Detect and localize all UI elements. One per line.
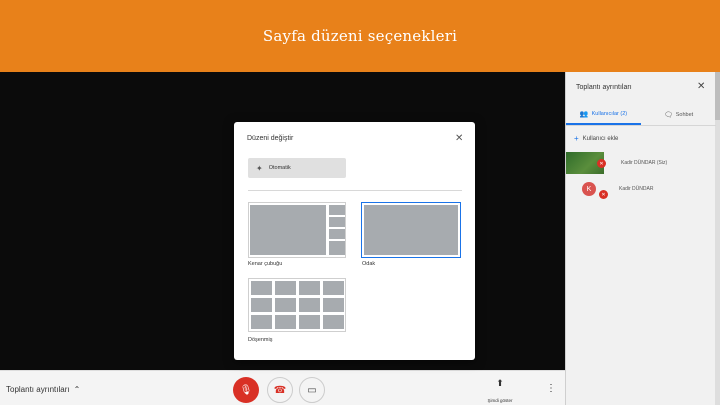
sparkle-icon: ✦ — [256, 163, 263, 173]
layout-option-auto-label: Otomatik — [268, 165, 291, 171]
people-icon: 👥 — [579, 110, 589, 118]
list-item[interactable]: K ✕ Kadir DÜNDAR — [566, 176, 716, 202]
tab-chat[interactable]: 🗨 Sohbet — [641, 104, 716, 125]
meeting-details-label: Toplantı ayrıntıları — [6, 385, 70, 394]
present-screen-icon: ⬆ — [496, 378, 504, 388]
chevron-up-icon: ⌃ — [73, 385, 81, 394]
mic-off-icon: ✕ — [597, 159, 606, 168]
panel-content: Toplantı ayrıntıları ✕ 👥 Kullanıcılar (2… — [565, 72, 716, 405]
tab-users[interactable]: 👥 Kullanıcılar (2) — [566, 104, 641, 125]
scrollbar[interactable] — [715, 72, 720, 120]
add-user-button[interactable]: + Kullanıcı ekle — [574, 134, 618, 143]
present-now-button[interactable]: ⬆ Şimdi göster — [480, 378, 520, 405]
chat-icon: 🗨 — [663, 111, 673, 119]
more-options-icon[interactable]: ⋮ — [546, 383, 556, 394]
banner-title: Sayfa düzeni seçenekleri — [262, 27, 458, 45]
hang-up-button[interactable]: ☎ — [267, 377, 293, 403]
meeting-details-panel: Toplantı ayrıntıları ✕ 👥 Kullanıcılar (2… — [565, 72, 720, 405]
divider — [248, 190, 462, 191]
user-name: Kadir DÜNDAR — [619, 186, 654, 192]
meeting-details-button[interactable]: Toplantı ayrıntıları ⌃ — [6, 385, 80, 394]
layout-option-auto[interactable]: ✦ Otomatik — [248, 158, 346, 178]
spotlight-layout-preview — [361, 202, 461, 258]
user-list: ✕ Kadir DÜNDAR (Siz) K ✕ Kadir DÜNDAR — [566, 150, 716, 202]
panel-tabs: 👥 Kullanıcılar (2) 🗨 Sohbet — [566, 104, 716, 126]
close-icon[interactable]: ✕ — [697, 81, 705, 92]
present-now-label: Şimdi göster — [487, 398, 513, 403]
bottom-bar: Toplantı ayrıntıları ⌃ 🎙 ☎ ▭ ⬆ Şimdi göst… — [0, 370, 565, 405]
dialog-title: Düzeni değiştir — [247, 135, 294, 142]
layout-option-sidebar-label: Kenar çubuğu — [248, 261, 283, 267]
sidebar-layout-preview — [248, 202, 346, 258]
user-name: Kadir DÜNDAR (Siz) — [621, 160, 668, 166]
mic-off-icon: 🎙 — [239, 384, 253, 396]
camera-icon: ▭ — [307, 384, 317, 396]
tab-chat-label: Sohbet — [675, 111, 694, 118]
mic-off-icon: ✕ — [599, 190, 608, 199]
title-banner: Sayfa düzeni seçenekleri — [0, 0, 720, 72]
mic-toggle-button[interactable]: 🎙 — [233, 377, 259, 403]
layout-option-tiled-label: Döşenmiş — [248, 337, 273, 343]
panel-title: Toplantı ayrıntıları — [576, 84, 632, 91]
close-icon[interactable]: ✕ — [455, 133, 463, 144]
add-person-icon: + — [574, 134, 579, 143]
change-layout-dialog: Düzeni değiştir ✕ ✦ Otomatik Kenar çubuğ… — [234, 122, 475, 360]
avatar: K — [582, 182, 596, 196]
tiled-layout-preview — [248, 278, 346, 332]
video-thumbnail: ✕ — [566, 152, 606, 174]
tab-users-label: Kullanıcılar (2) — [591, 110, 628, 117]
camera-toggle-button[interactable]: ▭ — [299, 377, 325, 403]
layout-option-spotlight-label: Odak — [362, 261, 376, 267]
add-user-label: Kullanıcı ekle — [582, 135, 619, 142]
list-item[interactable]: ✕ Kadir DÜNDAR (Siz) — [566, 150, 716, 176]
phone-icon: ☎ — [273, 384, 287, 396]
